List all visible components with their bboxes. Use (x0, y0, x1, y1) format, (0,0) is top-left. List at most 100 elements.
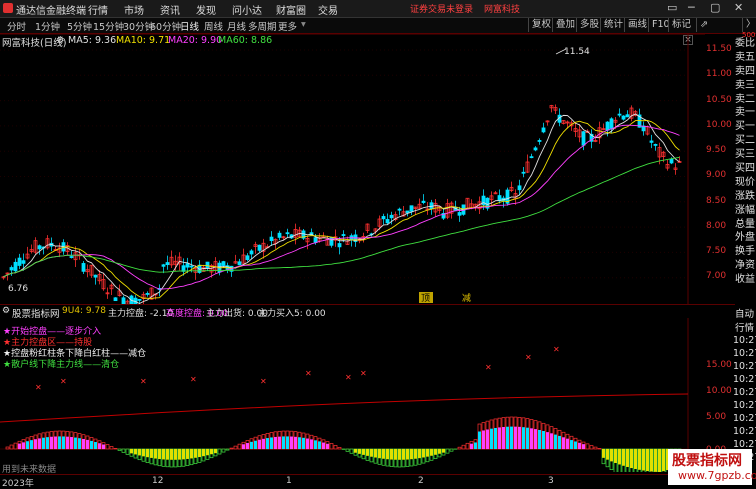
draw-line-button[interactable]: 画线 (624, 18, 650, 32)
order-book-label: 卖三 (735, 79, 756, 93)
candle-body (238, 262, 241, 265)
minimize-icon[interactable]: ─ (688, 1, 695, 14)
bar-fill (562, 437, 565, 449)
overlay-button[interactable]: 叠加 (552, 18, 578, 32)
butterfly-signal-icon: ✕ (345, 373, 352, 382)
y-tick: 11.50 (706, 44, 732, 54)
bar-fill (294, 437, 297, 449)
bar-outline (226, 449, 229, 450)
bar-fill (518, 427, 521, 449)
multi-stock-button[interactable]: 多股 (576, 18, 602, 32)
bar-fill (386, 449, 389, 459)
menu-ask-xiaoda[interactable]: 问小达 (232, 2, 262, 17)
chevron-right-icon[interactable]: 〉 (742, 18, 756, 32)
candle-body (166, 263, 169, 265)
bar-outline (122, 449, 125, 452)
quote-label[interactable]: 行情 (735, 320, 754, 334)
bar-fill (142, 449, 145, 456)
bar-fill (50, 437, 53, 449)
mark-button[interactable]: 标记 (668, 18, 694, 32)
order-book-label: 卖四 (735, 65, 756, 79)
bar-fill (634, 449, 637, 469)
candle-body (622, 116, 625, 119)
candle-body (542, 128, 545, 132)
bar-outline (126, 449, 129, 454)
bar-fill (206, 449, 209, 455)
tick-time: 10:27 (733, 399, 756, 412)
bar-fill (434, 449, 437, 455)
chevron-down-icon[interactable]: ▾ (301, 19, 306, 30)
bar-outline (338, 447, 341, 449)
bar-fill (478, 432, 481, 449)
candle-body (190, 266, 193, 267)
candle-body (382, 216, 385, 218)
bar-fill (62, 436, 65, 449)
candle-body (534, 148, 537, 150)
candle-body (626, 115, 629, 117)
ma-line (4, 157, 680, 276)
brand-alert[interactable]: 网富科技 (484, 2, 520, 15)
bar-fill (394, 449, 397, 460)
candle-body (206, 262, 209, 268)
bar-outline (462, 445, 465, 449)
bar-fill (158, 449, 161, 459)
bar-fill (198, 449, 201, 457)
indicator-chart[interactable]: ✕✕✕✕✕✕✕✕✕✕✕ (0, 318, 705, 472)
period-multi[interactable]: 多周期 (248, 19, 277, 33)
bar-outline (450, 449, 453, 451)
period-more[interactable]: 更多 (278, 19, 297, 33)
menu-discover[interactable]: 发现 (196, 2, 216, 17)
bar-fill (102, 445, 105, 449)
share-icon[interactable]: ⇗ (696, 18, 711, 32)
candle-body (286, 233, 289, 234)
menu-trade[interactable]: 交易 (318, 2, 338, 17)
period-5min[interactable]: 5分钟 (67, 19, 92, 33)
statistics-button[interactable]: 统计 (600, 18, 626, 32)
auto-label[interactable]: 自动 (735, 306, 754, 320)
bar-fill (430, 449, 433, 456)
period-15min[interactable]: 15分钟 (93, 19, 124, 33)
candle-body (10, 268, 13, 270)
bar-fill (302, 438, 305, 449)
bar-outline (458, 447, 461, 449)
candle-body (146, 293, 149, 294)
kline-chart[interactable]: 11.54 6.76 顶 减 (0, 34, 705, 304)
butterfly-signal-icon: ✕ (140, 377, 147, 386)
period-intraday[interactable]: 分时 (7, 19, 26, 33)
bar-outline (594, 447, 597, 449)
menu-market[interactable]: 市场 (124, 2, 144, 17)
period-weekly[interactable]: 周线 (204, 19, 223, 33)
menu-market-quotes[interactable]: 行情 (88, 2, 108, 17)
bar-fill (530, 428, 533, 449)
candle-body (314, 238, 317, 243)
menu-wealth-circle[interactable]: 财富圈 (276, 2, 306, 17)
adjust-button[interactable]: 复权 (528, 18, 554, 32)
period-1min[interactable]: 1分钟 (35, 19, 60, 33)
indicator-settings-icon[interactable]: ⚙ (2, 306, 10, 316)
bar-outline (446, 449, 449, 453)
bar-fill (474, 442, 477, 449)
tick-time: 10:27 (733, 373, 756, 386)
bar-fill (138, 449, 141, 455)
period-daily[interactable]: 日线 (180, 19, 199, 33)
period-monthly[interactable]: 月线 (227, 19, 246, 33)
bar-outline (586, 444, 589, 449)
candle-body (410, 206, 413, 212)
bar-fill (578, 443, 581, 449)
bar-fill (482, 430, 485, 449)
bar-fill (266, 438, 269, 449)
candle-body (18, 258, 21, 265)
order-book-label: 换手 (735, 245, 756, 259)
login-status-alert[interactable]: 证券交易未登录 (410, 2, 473, 15)
close-icon[interactable]: ✕ (734, 1, 743, 14)
period-60min[interactable]: 60分钟 (150, 19, 181, 33)
bar-fill (574, 441, 577, 449)
bar-outline (114, 448, 117, 449)
restore-icon[interactable]: ▭ (667, 1, 677, 14)
bar-fill (490, 429, 493, 449)
bar-fill (174, 449, 177, 460)
bar-fill (130, 449, 133, 453)
bar-fill (262, 439, 265, 449)
maximize-icon[interactable]: ▢ (710, 1, 720, 14)
menu-news[interactable]: 资讯 (160, 2, 180, 17)
